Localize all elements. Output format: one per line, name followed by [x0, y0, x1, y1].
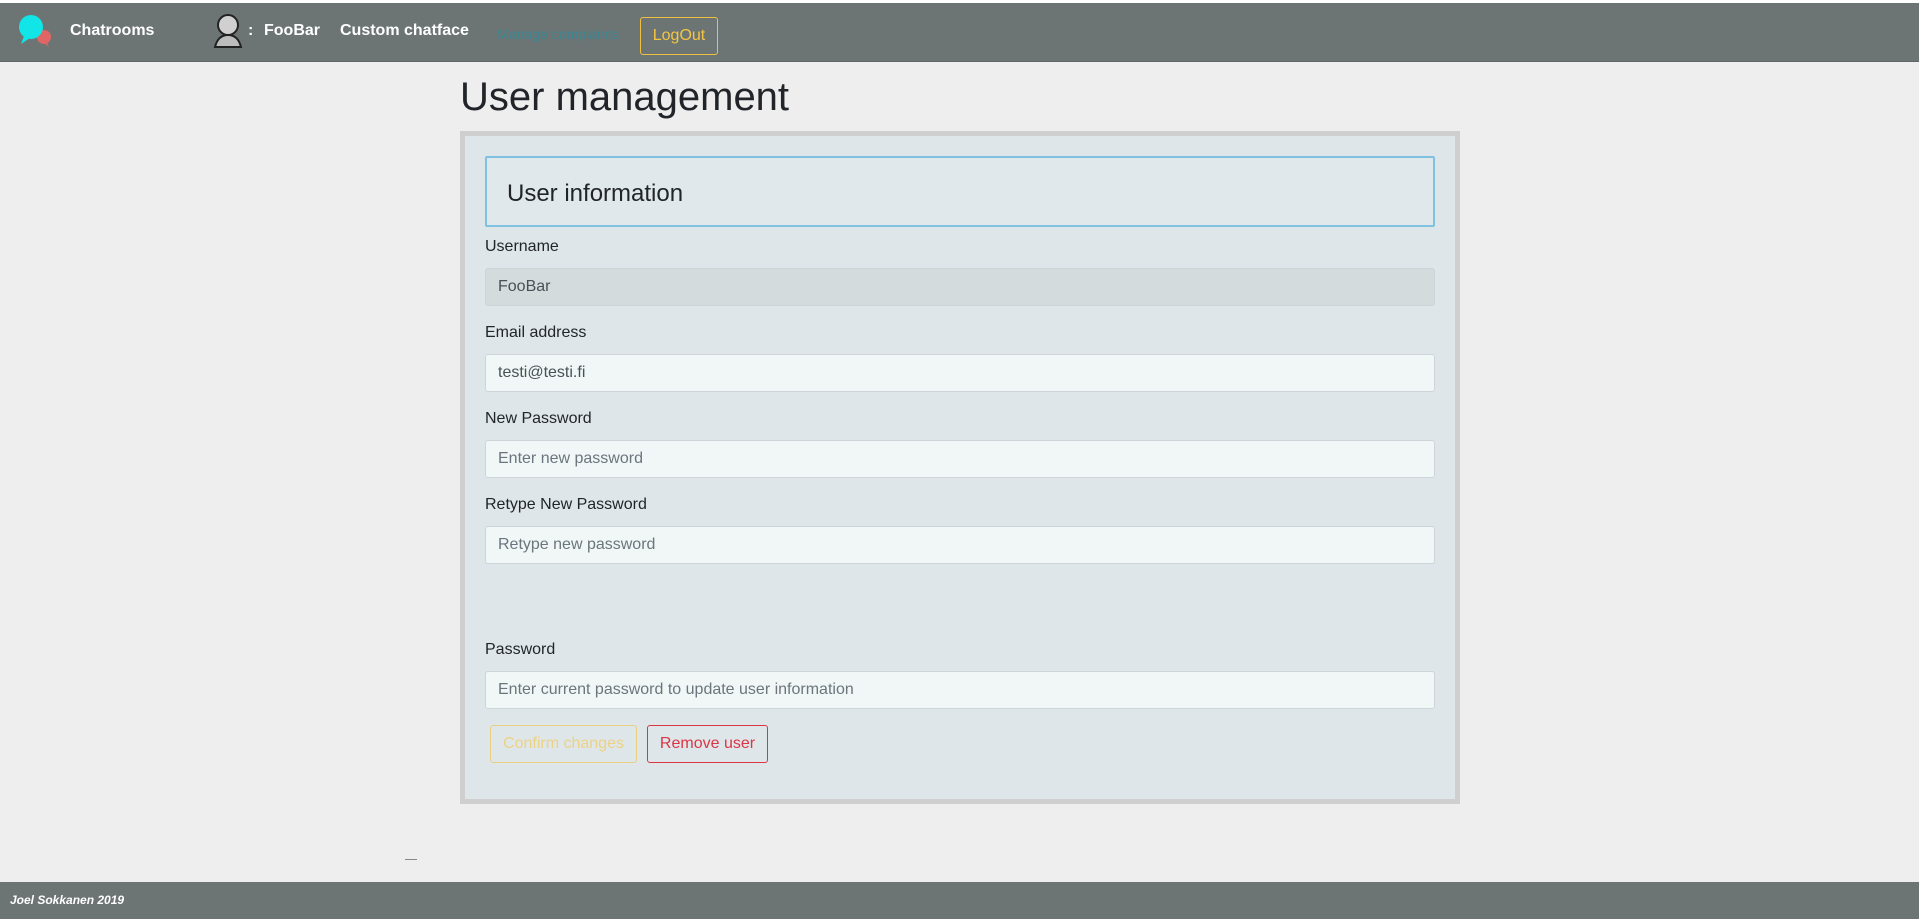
username-label: Username	[485, 238, 559, 255]
section-header: User information	[485, 156, 1435, 227]
chat-bubbles-icon[interactable]	[18, 13, 52, 49]
user-separator: :	[248, 22, 254, 39]
divider	[405, 859, 417, 860]
page-title: User management	[460, 75, 790, 119]
footer-credit: Joel Sokkanen 2019	[10, 893, 125, 907]
username-field	[485, 268, 1435, 306]
remove-user-button[interactable]: Remove user	[647, 725, 768, 763]
confirm-changes-button[interactable]: Confirm changes	[490, 725, 637, 763]
current-password-label: Password	[485, 641, 556, 658]
user-avatar-icon	[213, 14, 243, 48]
email-label: Email address	[485, 324, 587, 341]
logout-button[interactable]: LogOut	[640, 17, 718, 55]
custom-chatface-link[interactable]: Custom chatface	[340, 22, 469, 40]
navbar: Chatrooms : FooBar Custom chatface Manag…	[0, 3, 1919, 62]
manage-complaints-button[interactable]: Manage complaints	[484, 15, 632, 53]
new-password-label: New Password	[485, 410, 592, 427]
retype-password-label: Retype New Password	[485, 496, 647, 513]
new-password-field[interactable]	[485, 440, 1435, 478]
footer: Joel Sokkanen 2019	[0, 882, 1919, 919]
retype-password-field[interactable]	[485, 526, 1435, 564]
section-title: User information	[507, 180, 684, 207]
current-password-field[interactable]	[485, 671, 1435, 709]
brand-link[interactable]: Chatrooms	[70, 22, 154, 40]
email-field[interactable]	[485, 354, 1435, 392]
nav-username[interactable]: FooBar	[264, 22, 320, 40]
